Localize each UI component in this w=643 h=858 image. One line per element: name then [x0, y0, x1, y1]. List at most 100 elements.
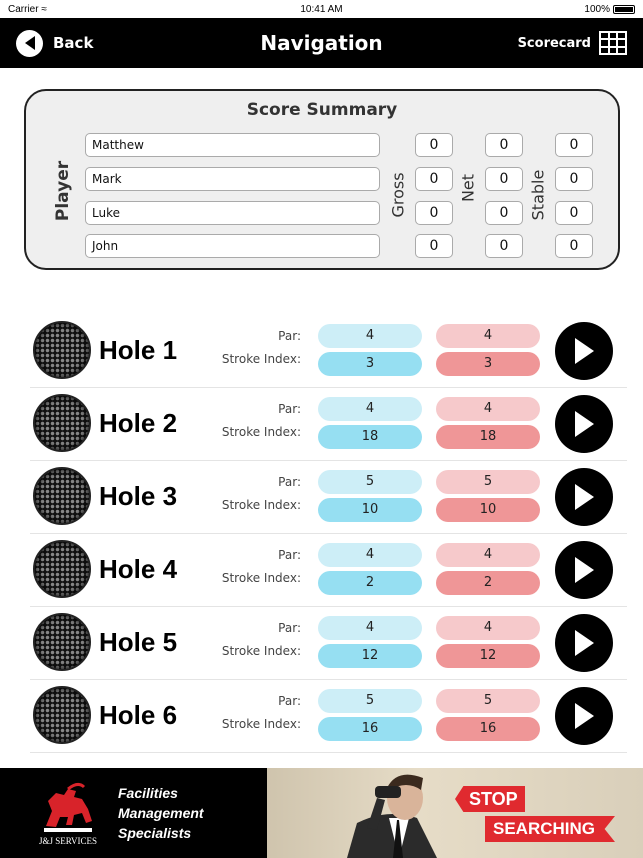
ad-photo-panel: STOP SEARCHING [267, 768, 643, 858]
battery-icon [613, 4, 635, 14]
ad-tagline-line: Specialists [118, 825, 192, 841]
ad-tagline-line: Management [118, 805, 204, 821]
status-bar: Carrier ≈ 10:41 AM 100% [0, 0, 643, 18]
net-score-field[interactable]: 0 [485, 133, 523, 157]
hole-name: Hole 6 [99, 700, 178, 730]
hole-name: Hole 5 [99, 627, 178, 657]
navigation-bar: Back Navigation Scorecard [0, 18, 643, 68]
man-with-binoculars-image [347, 774, 437, 858]
play-icon [575, 557, 594, 583]
par-value-blue: 4 [318, 616, 422, 640]
hole-name: Hole 3 [99, 481, 178, 511]
hole-row[interactable]: Hole 5 Par: Stroke Index: 4 12 4 12 [30, 607, 627, 680]
play-hole-button[interactable] [555, 322, 613, 380]
stable-score-field[interactable]: 0 [555, 201, 593, 225]
play-icon [575, 703, 594, 729]
scorecard-button[interactable]: Scorecard [518, 31, 627, 55]
lion-logo: J&J SERVICES [38, 781, 98, 846]
par-label: Par: [278, 329, 301, 343]
par-label: Par: [278, 694, 301, 708]
player-name-field[interactable]: Mark [85, 167, 380, 191]
stroke-index-value-red: 10 [436, 498, 540, 522]
play-hole-button[interactable] [555, 468, 613, 526]
hole-row[interactable]: Hole 6 Par: Stroke Index: 5 16 5 16 [30, 680, 627, 753]
golf-ball-icon [33, 613, 91, 671]
stroke-index-value-red: 2 [436, 571, 540, 595]
golf-ball-icon [33, 686, 91, 744]
grid-icon [599, 31, 627, 55]
gross-score-field[interactable]: 0 [415, 133, 453, 157]
player-name-field[interactable]: Matthew [85, 133, 380, 157]
ad-tagline-line: Facilities [118, 785, 178, 801]
searching-banner: SEARCHING [485, 816, 615, 842]
hole-row[interactable]: Hole 3 Par: Stroke Index: 5 10 5 10 [30, 461, 627, 534]
hole-list: Hole 1 Par: Stroke Index: 4 3 4 3 Hole 2 Par: Str… [0, 315, 643, 753]
play-hole-button[interactable] [555, 395, 613, 453]
gross-column-label: Gross [388, 172, 408, 218]
gross-score-field[interactable]: 0 [415, 167, 453, 191]
golf-ball-icon [33, 321, 91, 379]
player-name-field[interactable]: John [85, 234, 380, 258]
gross-score-field[interactable]: 0 [415, 201, 453, 225]
hole-row[interactable]: Hole 4 Par: Stroke Index: 4 2 4 2 [30, 534, 627, 607]
stable-score-field[interactable]: 0 [555, 234, 593, 258]
battery-percent: 100% [584, 3, 610, 15]
par-value-red: 4 [436, 543, 540, 567]
stroke-index-label: Stroke Index: [221, 425, 301, 439]
hole-row[interactable]: Hole 1 Par: Stroke Index: 4 3 4 3 [30, 315, 627, 388]
stroke-index-value-blue: 16 [318, 717, 422, 741]
stop-banner: STOP [455, 786, 525, 812]
stable-score-field[interactable]: 0 [555, 167, 593, 191]
stroke-index-label: Stroke Index: [221, 352, 301, 366]
lion-icon [44, 782, 92, 832]
gross-score-field[interactable]: 0 [415, 234, 453, 258]
par-value-red: 5 [436, 689, 540, 713]
par-value-red: 4 [436, 397, 540, 421]
stroke-index-value-blue: 2 [318, 571, 422, 595]
hole-row[interactable]: Hole 2 Par: Stroke Index: 4 18 4 18 [30, 388, 627, 461]
stroke-index-value-blue: 10 [318, 498, 422, 522]
stable-score-field[interactable]: 0 [555, 133, 593, 157]
hole-name: Hole 2 [99, 408, 178, 438]
golf-ball-icon [33, 540, 91, 598]
back-label: Back [53, 34, 94, 52]
stroke-index-value-red: 16 [436, 717, 540, 741]
score-summary-panel: Score Summary Player Matthew Mark Luke J… [24, 89, 620, 270]
play-icon [575, 630, 594, 656]
play-hole-button[interactable] [555, 687, 613, 745]
wifi-icon: ≈ [41, 3, 47, 15]
par-value-red: 4 [436, 324, 540, 348]
par-value-red: 4 [436, 616, 540, 640]
par-label: Par: [278, 402, 301, 416]
ad-logo-text: J&J SERVICES [38, 835, 98, 846]
player-name-field[interactable]: Luke [85, 201, 380, 225]
back-button[interactable]: Back [16, 29, 94, 57]
play-icon [575, 411, 594, 437]
player-column-label: Player [53, 160, 73, 222]
back-arrow-icon [16, 29, 43, 57]
play-icon [575, 484, 594, 510]
golf-ball-icon [33, 394, 91, 452]
stroke-index-label: Stroke Index: [221, 717, 301, 731]
advertisement-banner[interactable]: J&J SERVICES Facilities Management Speci… [0, 768, 643, 858]
status-time: 10:41 AM [300, 3, 343, 15]
carrier-label: Carrier ≈ [8, 3, 47, 15]
par-label: Par: [278, 548, 301, 562]
net-column-label: Net [458, 173, 478, 203]
net-score-field[interactable]: 0 [485, 201, 523, 225]
net-score-field[interactable]: 0 [485, 234, 523, 258]
net-score-field[interactable]: 0 [485, 167, 523, 191]
par-value-blue: 4 [318, 543, 422, 567]
play-hole-button[interactable] [555, 614, 613, 672]
stroke-index-value-red: 18 [436, 425, 540, 449]
hole-name: Hole 1 [99, 335, 178, 365]
par-label: Par: [278, 621, 301, 635]
stroke-index-value-red: 3 [436, 352, 540, 376]
stable-column-label: Stable [528, 169, 548, 221]
golf-ball-icon [33, 467, 91, 525]
scorecard-label: Scorecard [517, 35, 591, 51]
stroke-index-label: Stroke Index: [221, 644, 301, 658]
stroke-index-value-blue: 3 [318, 352, 422, 376]
play-hole-button[interactable] [555, 541, 613, 599]
stroke-index-label: Stroke Index: [221, 571, 301, 585]
